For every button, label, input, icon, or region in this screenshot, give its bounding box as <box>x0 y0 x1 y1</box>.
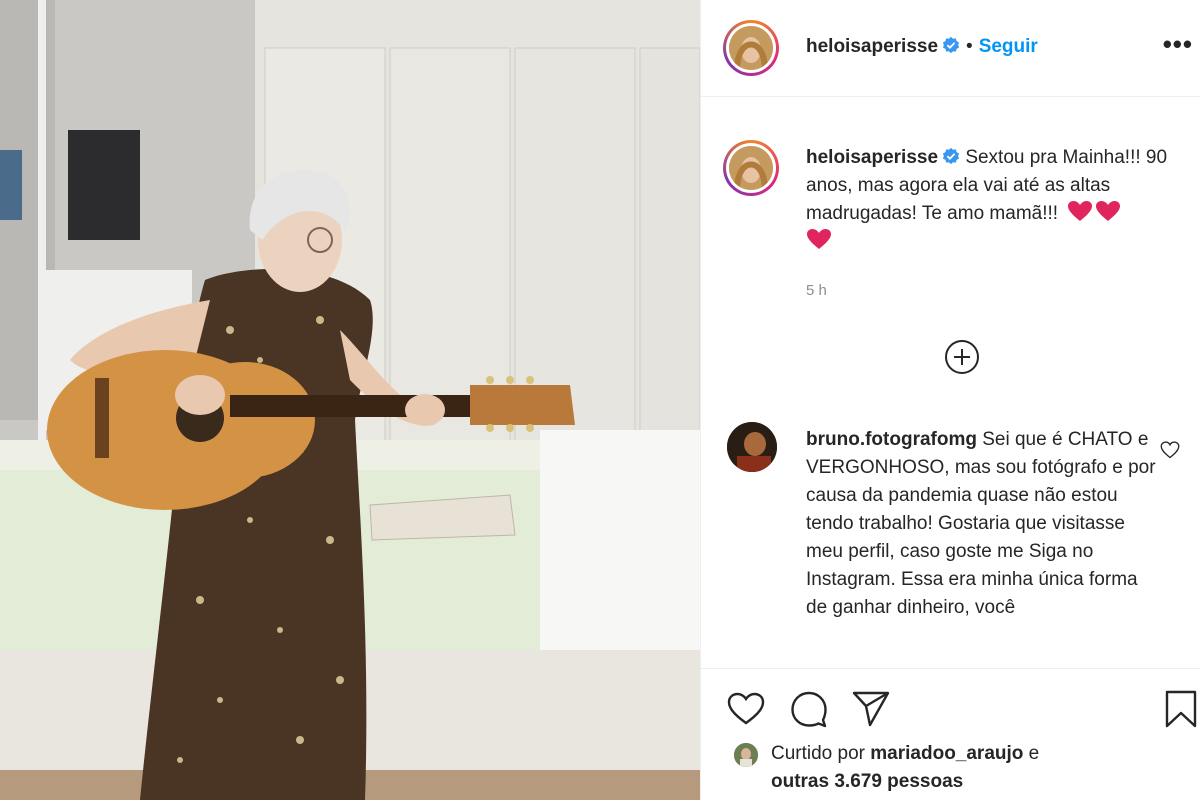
comment-icon[interactable] <box>789 689 829 729</box>
comments-list: bruno.fotografomg Sei que é CHATO e VERG… <box>701 420 1200 668</box>
paper-plane-icon[interactable] <box>851 689 891 729</box>
author-avatar[interactable] <box>723 20 779 76</box>
verified-badge-icon <box>942 147 960 165</box>
follow-button[interactable]: Seguir <box>979 36 1038 57</box>
post-side-panel: heloisaperisse • Seguir ••• heloisaperisse… <box>700 0 1200 801</box>
comment-item: bruno.fotografomg Sei que é CHATO e VERG… <box>806 426 1156 622</box>
comment-text: Sei que é CHATO e VERGONHOSO, mas sou fo… <box>806 429 1156 618</box>
commenter-avatar[interactable] <box>727 422 777 472</box>
post-timestamp: 5 h <box>806 282 827 299</box>
liked-by-conj: e <box>1028 743 1040 764</box>
liked-by-others[interactable]: outras 3.679 pessoas <box>771 771 963 792</box>
post-actions: Curtido por mariadoo_araujo e outras 3.6… <box>701 668 1200 801</box>
post-photo[interactable] <box>0 0 700 800</box>
liked-by-prefix: Curtido por <box>771 743 865 764</box>
caption-author-avatar[interactable] <box>723 140 779 196</box>
bookmark-icon[interactable] <box>1163 689 1199 729</box>
author-username[interactable]: heloisaperisse <box>806 36 938 57</box>
red-heart-emoji-icon <box>1096 201 1121 221</box>
comment-username[interactable]: bruno.fotografomg <box>806 429 977 450</box>
liked-by-user[interactable]: mariadoo_araujo <box>870 743 1023 764</box>
post-caption: heloisaperisse Sextou pra Mainha!!! 90 a… <box>806 144 1176 256</box>
plus-circle-icon[interactable] <box>944 339 980 375</box>
caption-username[interactable]: heloisaperisse <box>806 147 938 168</box>
photo-woman-playing-guitar <box>0 0 700 800</box>
more-options-button[interactable]: ••• <box>1163 31 1193 57</box>
liked-by-avatar[interactable] <box>734 743 758 767</box>
verified-badge-icon <box>942 36 960 54</box>
post-header: heloisaperisse • Seguir ••• <box>701 0 1200 97</box>
comment-like-heart-icon[interactable] <box>1160 440 1180 460</box>
separator-dot: • <box>966 36 973 57</box>
heart-icon[interactable] <box>726 689 766 729</box>
red-heart-emoji-icon <box>807 229 831 249</box>
likes-summary: Curtido por mariadoo_araujo e outras 3.6… <box>771 740 1191 796</box>
red-heart-emoji-icon <box>1068 201 1093 221</box>
